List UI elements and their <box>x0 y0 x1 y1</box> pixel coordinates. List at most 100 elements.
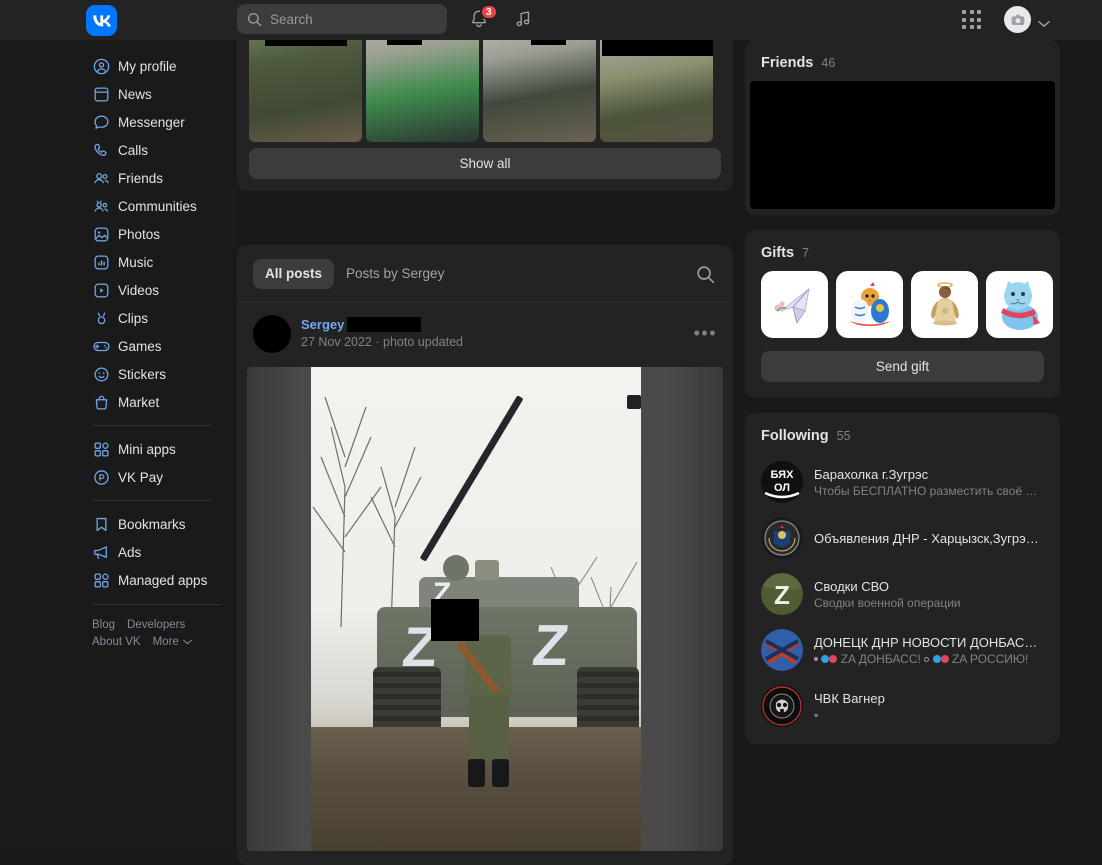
gift-blue-cat[interactable] <box>986 271 1053 338</box>
svodki-svo-avatar-icon: Z <box>761 573 803 615</box>
list-item[interactable]: БЯХ ОЛ Барахолка г.Зугрэс Чтобы БЕСПЛАТН… <box>745 454 1060 510</box>
gift-easter-eggs[interactable] <box>836 271 903 338</box>
footer-row-2: About VK More <box>92 636 222 648</box>
gifts-header: Gifts 7 <box>745 230 1060 271</box>
post-author-name[interactable]: Sergey <box>301 317 344 332</box>
footer-link-blog[interactable]: Blog <box>92 619 115 631</box>
sidebar-item-friends[interactable]: Friends <box>10 164 227 192</box>
apps-grid-button[interactable] <box>962 10 982 30</box>
community-description: Сводки военной операции <box>814 595 961 610</box>
circle-dot <box>924 656 930 662</box>
notifications-button[interactable]: 3 <box>468 4 498 32</box>
chevron-down-icon <box>1038 21 1050 27</box>
show-all-photos-button[interactable]: Show all <box>249 148 721 179</box>
photos-icon <box>92 224 112 244</box>
send-gift-button[interactable]: Send gift <box>761 351 1044 382</box>
footer-link-about-vk[interactable]: About VK <box>92 636 141 648</box>
following-header: Following 55 <box>745 413 1060 454</box>
community-avatar <box>761 517 803 559</box>
sidebar-item-vk-pay[interactable]: VK Pay <box>10 463 227 491</box>
music-button[interactable] <box>512 8 534 30</box>
community-name: ДОНЕЦК ДНР НОВОСТИ ДОНБАСС РО… <box>814 634 1044 650</box>
sidebar-item-mini-apps[interactable]: Mini apps <box>10 435 227 463</box>
list-item[interactable]: Объявления ДНР - Харцызск,Зугрэс,М… <box>745 510 1060 566</box>
post-photo-soldier-legs <box>469 695 509 761</box>
friends-title[interactable]: Friends <box>761 55 813 71</box>
posts-search-button[interactable] <box>696 265 715 289</box>
music-note-icon <box>516 11 530 27</box>
sidebar-group-main: My profile News Messenger Calls Friends <box>0 52 237 416</box>
vk-pay-icon <box>92 467 112 487</box>
search-icon <box>247 12 262 26</box>
post-separator: · <box>375 335 380 349</box>
post-action-text: photo updated <box>383 335 463 349</box>
sidebar-item-ads[interactable]: Ads <box>10 538 227 566</box>
gifts-list <box>745 271 1060 338</box>
sidebar-item-stickers[interactable]: Stickers <box>10 360 227 388</box>
friends-icon <box>92 168 112 188</box>
communities-icon <box>92 196 112 216</box>
post-author-avatar[interactable] <box>253 315 291 353</box>
sidebar-item-clips[interactable]: Clips <box>10 304 227 332</box>
sidebar-item-managed-apps[interactable]: Managed apps <box>10 566 227 594</box>
post-timestamp: 27 Nov 2022 · photo updated <box>301 335 463 349</box>
friends-header: Friends 46 <box>745 40 1060 81</box>
chevron-down-icon <box>183 639 192 645</box>
apps-grid-icon <box>962 10 966 14</box>
redaction-block <box>347 317 422 332</box>
community-description-text-2: ZA РОССИЮ! <box>951 651 1029 666</box>
sidebar-item-messenger[interactable]: Messenger <box>10 108 227 136</box>
post-header: Sergey 27 Nov 2022 · photo updated ••• <box>237 303 733 361</box>
sidebar-divider <box>92 425 212 426</box>
user-avatar-button[interactable] <box>1004 6 1031 33</box>
list-item[interactable]: Z Сводки СВО Сводки военной операции <box>745 566 1060 622</box>
stickers-icon <box>92 364 112 384</box>
footer-row-1: Blog Developers <box>92 619 222 631</box>
svg-text:Z: Z <box>774 580 790 610</box>
svg-text:ОЛ: ОЛ <box>774 482 790 494</box>
community-text: Сводки СВО Сводки военной операции <box>814 579 1044 610</box>
footer-link-developers[interactable]: Developers <box>127 619 185 631</box>
redaction-block <box>750 81 1055 209</box>
sidebar-item-calls[interactable]: Calls <box>10 136 227 164</box>
post-more-options-button[interactable]: ••• <box>694 324 717 342</box>
following-title[interactable]: Following <box>761 428 829 444</box>
gift-angel-bell[interactable] <box>911 271 978 338</box>
games-icon <box>92 336 112 356</box>
community-description: ▪ <box>814 707 819 722</box>
sidebar-item-games[interactable]: Games <box>10 332 227 360</box>
managed-apps-icon <box>92 570 112 590</box>
gifts-title[interactable]: Gifts <box>761 245 794 261</box>
post-photo[interactable]: Z Z Z <box>247 367 723 851</box>
top-header-bar: Search 3 <box>0 0 1102 40</box>
angel-bell-icon <box>930 281 959 325</box>
account-menu-button[interactable] <box>1038 15 1050 33</box>
sidebar-item-bookmarks[interactable]: Bookmarks <box>10 510 227 538</box>
gift-origami-bird[interactable] <box>761 271 828 338</box>
sidebar-item-market[interactable]: Market <box>10 388 227 416</box>
following-count: 55 <box>836 429 851 443</box>
sidebar-item-communities[interactable]: Communities <box>10 192 227 220</box>
tab-all-posts[interactable]: All posts <box>253 258 335 289</box>
red-dot <box>940 655 949 664</box>
donetsk-dnr-flag-avatar-icon <box>761 629 803 671</box>
post-photo-z-mark: Z <box>529 613 572 678</box>
search-input[interactable]: Search <box>237 4 447 34</box>
sidebar-item-my-profile[interactable]: My profile <box>10 52 227 80</box>
posts-tabs: All posts Posts by Sergey <box>237 245 733 303</box>
vk-logo[interactable] <box>86 5 117 36</box>
sidebar-item-news[interactable]: News <box>10 80 227 108</box>
sidebar-item-videos[interactable]: Videos <box>10 276 227 304</box>
tab-posts-by-author[interactable]: Posts by Sergey <box>334 259 456 289</box>
camera-icon <box>1011 14 1024 25</box>
sidebar-item-photos[interactable]: Photos <box>10 220 227 248</box>
footer-link-more[interactable]: More <box>153 636 192 648</box>
notifications-badge: 3 <box>480 4 498 20</box>
profile-icon <box>92 56 112 76</box>
list-item[interactable]: ДОНЕЦК ДНР НОВОСТИ ДОНБАСС РО… ZA ДОНБАС… <box>745 622 1060 678</box>
list-item[interactable]: ЧВК Вагнер ▪ <box>745 678 1060 734</box>
videos-icon <box>92 280 112 300</box>
sidebar-item-music[interactable]: Music <box>10 248 227 276</box>
main-content-column: Show all All posts Posts by Sergey Serge… <box>237 0 733 865</box>
friends-count: 46 <box>821 56 836 70</box>
